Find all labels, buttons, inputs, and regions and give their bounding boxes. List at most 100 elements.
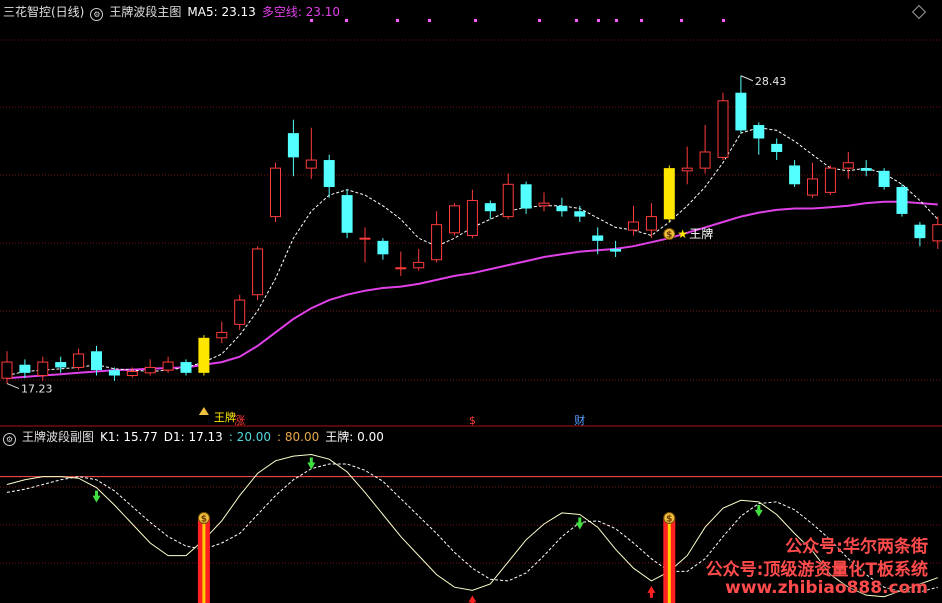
candle [287, 119, 299, 177]
candle [932, 216, 942, 249]
candle [377, 238, 389, 260]
up-candle-body [699, 151, 711, 169]
top-dot-marker [538, 19, 541, 22]
up-candle-body [538, 202, 550, 207]
candle [341, 189, 353, 239]
up-candle-body [270, 167, 281, 218]
candle [699, 125, 711, 174]
candle [860, 160, 872, 177]
signal-bar-core [202, 518, 206, 603]
buy-arrow-icon [647, 585, 656, 598]
main-header: 三花智控(日线) ⚙ 王牌波段主图 MA5: 23.13 多空线: 23.10 [3, 3, 346, 21]
gear-icon[interactable]: ⚙ [3, 433, 16, 446]
buy-arrow-icon [468, 595, 477, 603]
up-candle-body [628, 221, 639, 231]
candle [610, 240, 622, 258]
ma5-line [6, 127, 939, 376]
candle [19, 359, 31, 379]
main-chart[interactable]: 28.4317.23王牌$ ★ 王牌涨 $ 财$ $ [0, 0, 942, 603]
candle [484, 200, 496, 220]
bottom-signal-label: 王牌 [214, 410, 236, 424]
candle [628, 205, 639, 236]
down-candle-body [55, 362, 67, 368]
gear-icon[interactable]: ⚙ [90, 8, 104, 21]
watermark-line-2: 公众号:顶级游资量化T板系统 [705, 560, 928, 580]
marker-label: 涨 [234, 414, 245, 427]
up-candle-body [37, 361, 49, 377]
signal-label: 王牌 [689, 227, 713, 241]
top-dot-marker [680, 19, 683, 22]
k1-value: K1: 15.77 [100, 430, 158, 444]
level-20-value: : 20.00 [228, 430, 272, 444]
main-indicator-name[interactable]: 王牌波段主图 [109, 5, 181, 19]
down-candle-body [556, 205, 568, 212]
candle [753, 122, 765, 155]
watermark-line-1: 公众号:华尔两条街 [785, 537, 928, 557]
candle [914, 222, 926, 247]
star-glyph: ★ [677, 227, 688, 241]
candle [216, 321, 228, 344]
sub-indicator-name[interactable]: 王牌波段副图 [22, 430, 94, 444]
signal-candle-body [198, 337, 210, 373]
ma5-value: MA5: 23.13 [187, 5, 256, 19]
up-candle-body [413, 261, 425, 269]
up-candle-body [305, 159, 317, 169]
top-dot-marker [428, 19, 431, 22]
candle [502, 173, 514, 220]
sell-arrow-icon [92, 490, 101, 503]
coin-glyph: $ [666, 515, 672, 525]
down-candle-body [789, 165, 801, 185]
coin-glyph: $ [666, 231, 672, 241]
top-dot-marker [640, 19, 643, 22]
up-candle-body [1, 361, 13, 379]
up-candle-body [842, 162, 854, 169]
candle [144, 359, 156, 376]
up-candle-body [73, 353, 85, 368]
down-candle-body [753, 125, 765, 139]
duokong-value: 多空线: 23.10 [261, 5, 341, 19]
candle [878, 168, 890, 190]
candle [359, 227, 371, 263]
down-candle-body [771, 143, 783, 152]
down-candle-body [19, 364, 31, 373]
up-candle-body [807, 178, 818, 196]
high-pointer [740, 75, 754, 82]
candle [234, 294, 246, 330]
down-candle-body [484, 203, 496, 212]
candle [162, 356, 174, 373]
candle [789, 160, 801, 187]
top-dot-marker [474, 19, 477, 22]
down-candle-body [323, 160, 335, 187]
up-candle-body [502, 183, 514, 218]
dollar-coin-icon: $ [663, 228, 676, 241]
candle [771, 138, 783, 161]
marker-label: 财 [574, 413, 585, 427]
bottom-signal-icon [198, 407, 209, 415]
chart-stage: 28.43 17.23 王牌 $ ★ 王牌涨 $ 财 $ $ [0, 0, 942, 603]
top-dot-marker [722, 19, 725, 22]
candle [466, 189, 478, 239]
candle [556, 197, 568, 217]
candle [270, 162, 281, 222]
up-candle-body [395, 267, 407, 270]
up-candle-body [449, 205, 460, 234]
up-candle-body [431, 224, 443, 261]
up-candle-body [144, 366, 156, 374]
marker-label: $ [469, 414, 476, 427]
candle [681, 146, 693, 185]
down-candle-body [592, 235, 604, 241]
up-candle-body [645, 216, 657, 231]
candle [807, 162, 818, 198]
down-candle-body [610, 248, 622, 252]
candle [37, 356, 49, 381]
candle [735, 75, 747, 134]
watermark-line-3: www.zhibiao888.com [725, 578, 928, 598]
sub-header: ⚙ 王牌波段副图 K1: 15.77 D1: 17.13: 20.00: 80.00 王… [3, 428, 390, 446]
high-label: 28.43 [755, 75, 787, 88]
candle [431, 211, 443, 263]
stock-title[interactable]: 三花智控(日线) [3, 5, 84, 19]
level-80-value: : 80.00 [277, 430, 320, 444]
candle [842, 151, 854, 179]
down-candle-body [896, 186, 908, 214]
top-dot-marker [575, 19, 578, 22]
